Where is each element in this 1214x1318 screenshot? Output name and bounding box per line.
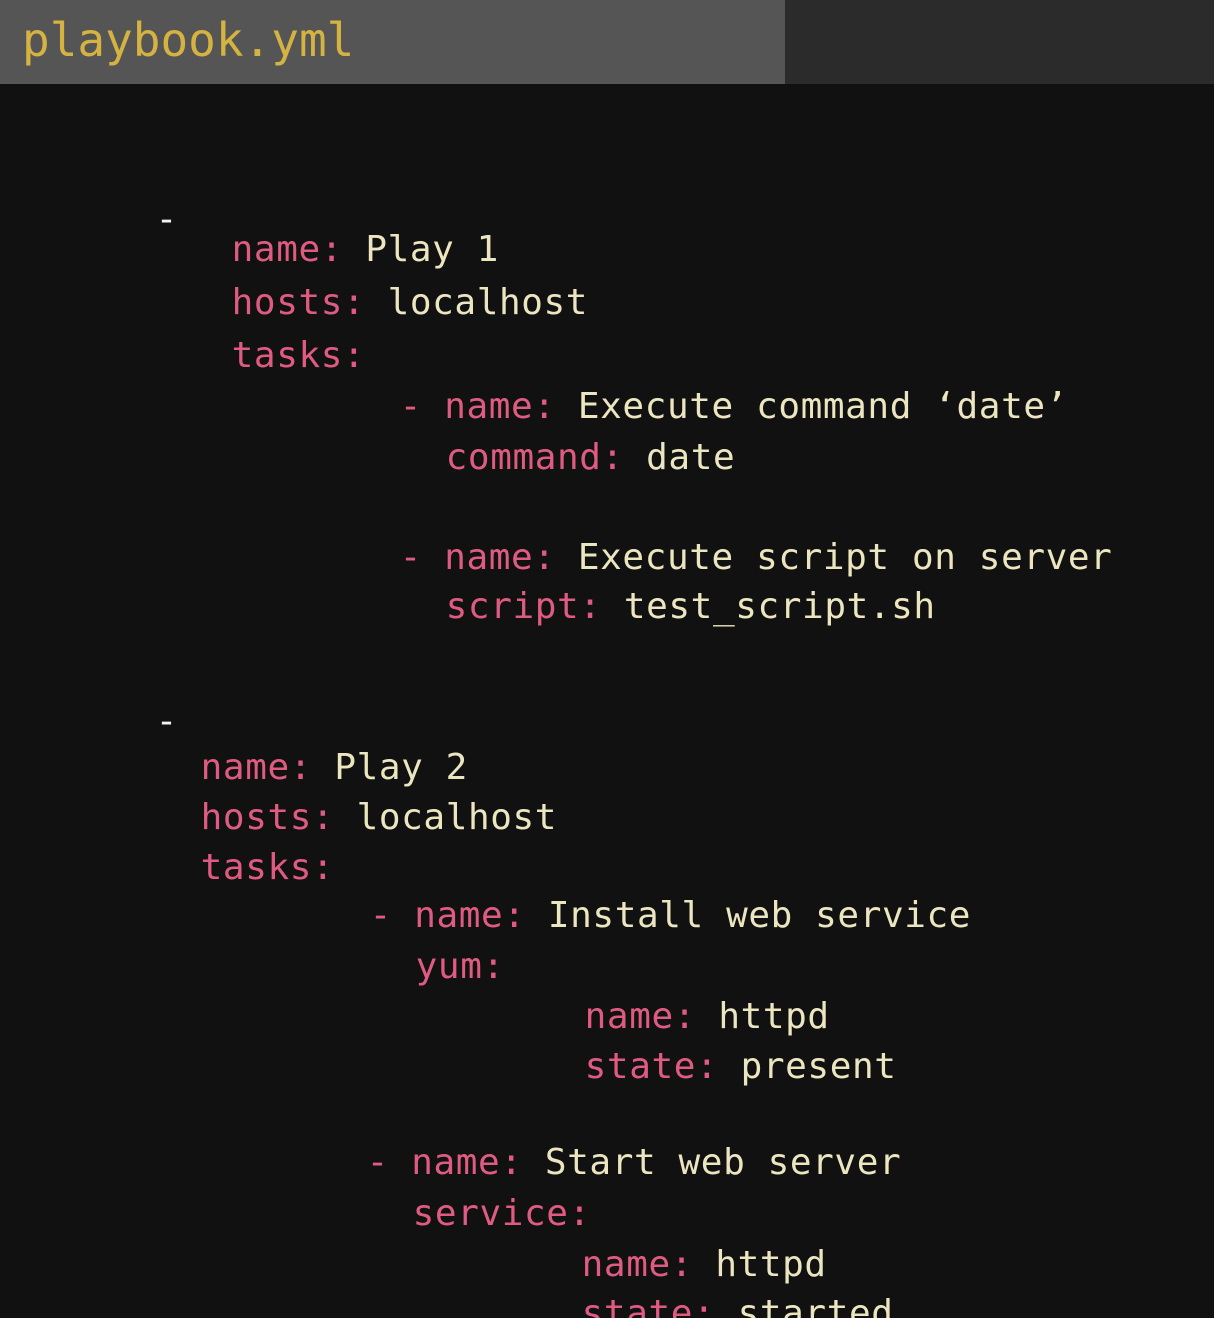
tab-bar: playbook.yml xyxy=(0,0,1214,84)
yaml-value: test_script.sh xyxy=(623,586,936,627)
editor-window: playbook.yml - name: Play 1 hosts: local… xyxy=(0,0,1214,1318)
yaml-key: command: xyxy=(445,437,624,478)
yaml-value: present xyxy=(740,1046,897,1087)
yaml-value: Start web server xyxy=(544,1142,902,1183)
tab-playbook-yml[interactable]: playbook.yml xyxy=(0,0,785,84)
yaml-value: Install web service xyxy=(547,895,972,936)
yaml-key: state: xyxy=(581,1293,716,1318)
yaml-value: started xyxy=(737,1293,894,1318)
code-line-play1-task2-script: script: test_script.sh xyxy=(312,541,936,673)
code-editor[interactable]: - name: Play 1 hosts: localhost tasks: -… xyxy=(0,84,1214,1318)
yaml-key: script: xyxy=(445,586,602,627)
tab-filename: playbook.yml xyxy=(22,13,355,67)
code-line-play2-task2-param-state: state: started xyxy=(448,1248,894,1318)
yaml-value: localhost xyxy=(356,797,558,838)
yaml-key: state: xyxy=(584,1046,719,1087)
yaml-value: date xyxy=(646,437,736,478)
yaml-value: localhost xyxy=(387,282,589,323)
